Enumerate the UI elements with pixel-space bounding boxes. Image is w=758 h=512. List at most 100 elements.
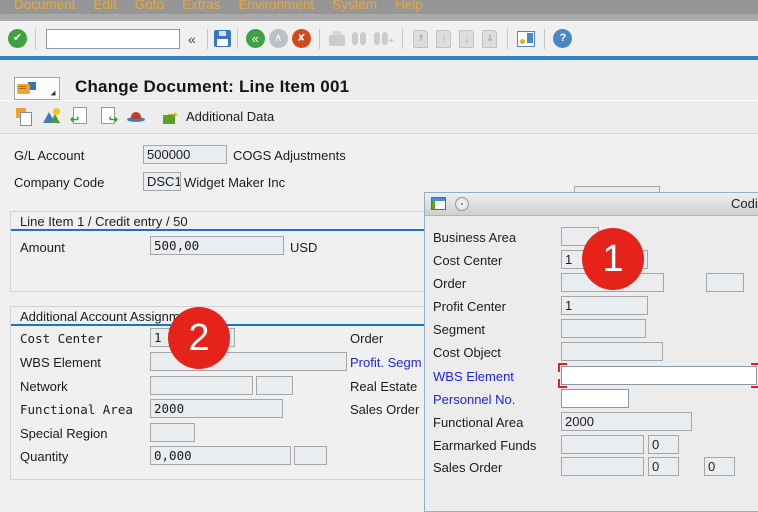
popup-earmarked-funds-label: Earmarked Funds (433, 438, 537, 453)
separator (206, 28, 208, 49)
real-estate-label: Real Estate (350, 379, 418, 394)
save-icon[interactable] (213, 30, 231, 47)
fast-data-entry-icon[interactable] (126, 106, 146, 126)
dialog-titlebar[interactable]: Codi (425, 193, 758, 216)
menu-goto[interactable]: Goto (126, 0, 173, 13)
dialog-window-icon (431, 197, 446, 210)
quantity-unit-field (294, 446, 327, 465)
network-activity-field (256, 376, 293, 395)
overview-icon[interactable] (42, 106, 62, 126)
additional-data-button[interactable]: → Additional Data (162, 105, 275, 126)
popup-wbs-element-label: WBS Element (433, 369, 514, 384)
popup-personnel-no-label: Personnel No. (433, 392, 516, 407)
company-code-label: Company Code (14, 175, 105, 190)
separator (35, 28, 36, 49)
company-code-field: DSC1 (143, 172, 181, 191)
annotation-badge-1: 1 (582, 228, 644, 290)
gui-services-button[interactable] (14, 77, 60, 100)
company-code-description: Widget Maker Inc (184, 175, 286, 190)
previous-item-icon[interactable]: ↩ (70, 106, 90, 126)
exit-icon[interactable]: ∧ (268, 29, 288, 48)
popup-profit-center-label: Profit Center (433, 299, 506, 314)
dialog-pin-button[interactable] (455, 197, 469, 211)
find-icon (351, 32, 367, 45)
popup-sales-order-item-field: 0 (648, 457, 679, 476)
line-item-groupbox-title: Line Item 1 / Credit entry / 50 (20, 214, 188, 229)
hairline (0, 100, 758, 101)
new-session-icon[interactable] (517, 30, 536, 47)
quantity-field: 0,000 (150, 446, 291, 465)
page-title: Change Document: Line Item 001 (75, 77, 350, 96)
order-label: Order (350, 331, 384, 346)
popup-earmarked-funds-item-field: 0 (648, 435, 679, 454)
popup-functional-area-label: Functional Area (433, 415, 524, 430)
last-page-icon: ⇓ (482, 29, 498, 48)
popup-segment-label: Segment (433, 322, 486, 337)
functional-area-label: Functional Area (20, 402, 133, 417)
popup-sales-order-field (561, 457, 644, 476)
focus-corner-markers (558, 363, 758, 388)
gl-account-field: 500000 (143, 145, 227, 164)
popup-profit-center-field: 1 (561, 296, 648, 315)
next-item-icon[interactable]: ↪ (98, 106, 118, 126)
dropdown-arrow-icon (50, 90, 56, 95)
amount-label: Amount (20, 240, 65, 255)
dialog-title: Codi (731, 196, 758, 211)
popup-sales-order-label: Sales Order (433, 460, 503, 475)
special-region-field (150, 423, 195, 442)
popup-sales-order-sched-field: 0 (704, 457, 735, 476)
popup-order-extra-field (706, 273, 744, 292)
gl-account-description: COGS Adjustments (233, 148, 346, 163)
enter-icon[interactable]: ✔ (8, 29, 27, 48)
popup-personnel-no-input[interactable] (561, 389, 629, 408)
popup-cost-center-label: Cost Center (433, 253, 503, 268)
collapse-command-button[interactable]: « (183, 31, 201, 47)
command-input[interactable] (46, 28, 180, 49)
gl-account-label: G/L Account (14, 148, 85, 163)
page-down-icon: ↓ (459, 29, 475, 48)
popup-order-label: Order (433, 276, 467, 291)
popup-business-area-label: Business Area (433, 230, 517, 245)
services-icon (17, 83, 30, 94)
first-page-icon: ⇑ (413, 29, 429, 48)
menu-help[interactable]: Help (386, 0, 432, 13)
page-up-icon: ↑ (436, 29, 452, 48)
menu-extras[interactable]: Extras (173, 0, 229, 13)
additional-data-label: Additional Data (186, 108, 275, 124)
additional-data-icon: → (162, 105, 182, 126)
network-field (150, 376, 253, 395)
application-toolbar: ↩ ↪ → Additional Data (14, 105, 275, 126)
menu-edit[interactable]: Edit (85, 0, 126, 13)
annotation-badge-2: 2 (168, 307, 230, 369)
currency-label: USD (290, 240, 318, 255)
popup-segment-field (561, 319, 646, 338)
popup-functional-area-field: 2000 (561, 412, 692, 431)
menu-system[interactable]: System (323, 0, 386, 13)
amount-field: 500,00 (150, 236, 284, 255)
back-icon[interactable]: « (245, 29, 265, 48)
profit-segment-link[interactable]: Profit. Segm (350, 355, 422, 370)
cost-center-label: Cost Center (20, 331, 103, 346)
menu-environment[interactable]: Environment (229, 0, 323, 13)
network-label: Network (20, 379, 68, 394)
popup-earmarked-funds-field (561, 435, 644, 454)
wbs-element-label: WBS Element (20, 355, 101, 370)
menu-bar: Document Edit Goto Extras Environment Sy… (0, 0, 758, 21)
sap-change-document-screen: { "menubar": { "items": ["Document", "Ed… (0, 0, 758, 512)
separator (507, 28, 509, 49)
functional-area-field: 2000 (150, 399, 283, 418)
cancel-icon[interactable]: ✘ (291, 29, 311, 48)
separator (318, 28, 320, 49)
sales-order-label: Sales Order (350, 402, 420, 417)
find-next-icon: + (373, 32, 393, 45)
help-icon[interactable]: ? (553, 29, 573, 48)
popup-cost-object-field (561, 342, 663, 361)
menu-document[interactable]: Document (5, 0, 85, 13)
special-region-label: Special Region (20, 426, 108, 441)
standard-toolbar: ✔ « « ∧ ✘ + ⇑ ↑ ↓ ⇓ ? (0, 21, 758, 56)
separator (236, 28, 238, 49)
display-change-icon[interactable] (14, 106, 34, 126)
separator (544, 28, 546, 49)
popup-cost-object-label: Cost Object (433, 345, 501, 360)
separator (402, 28, 404, 49)
